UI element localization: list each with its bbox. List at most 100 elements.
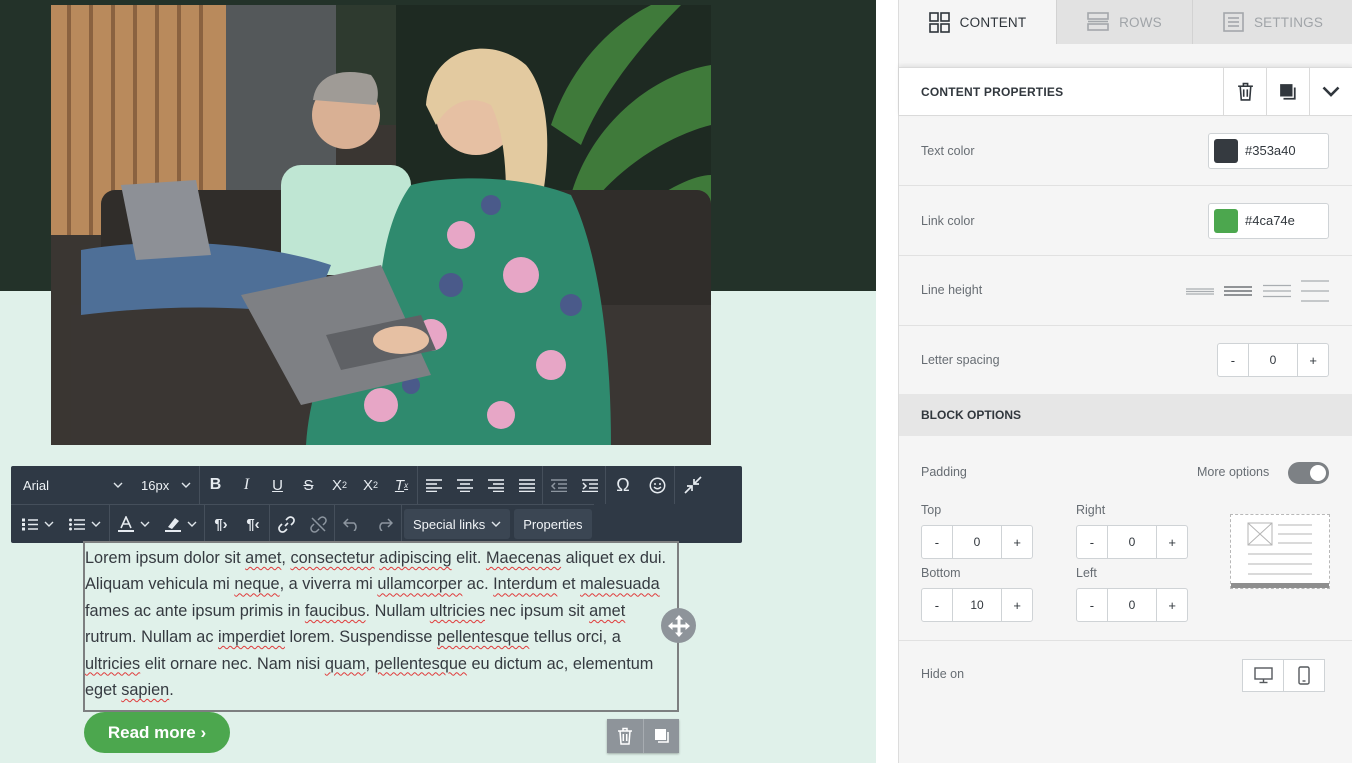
padding-bottom-decrease[interactable]: - (922, 589, 952, 621)
text-color-button[interactable] (110, 505, 158, 543)
padding-bottom-stepper: - 10 + (921, 588, 1033, 622)
misspelled-word: adipiscing (379, 549, 452, 567)
misspelled-word: imperdiet (218, 628, 285, 647)
align-center-button[interactable] (449, 466, 480, 504)
delete-content-button[interactable] (1223, 68, 1266, 115)
justify-button[interactable] (511, 466, 542, 504)
misspelled-word: ullamcorper (377, 575, 463, 594)
letter-spacing-row: Letter spacing - 0 + (899, 326, 1352, 394)
properties-button[interactable]: Properties (514, 509, 592, 539)
font-size-value: 16px (141, 477, 170, 493)
indent-button[interactable] (574, 466, 605, 504)
text-block-content[interactable]: Lorem ipsum dolor sit amet, consectetur … (85, 545, 677, 703)
font-size-select[interactable]: 16px (131, 466, 199, 504)
strikethrough-button[interactable]: S (293, 466, 324, 504)
move-block-handle[interactable] (661, 608, 696, 643)
redo-button[interactable] (368, 505, 401, 543)
link-color-picker[interactable]: #4ca74e (1208, 203, 1329, 239)
email-canvas[interactable]: Arial 16px B I U S X2 X2 Tx Ω ¶› ¶‹ Spec… (0, 0, 876, 763)
collapse-toolbar-button[interactable] (675, 466, 711, 504)
insert-link-button[interactable] (270, 505, 302, 543)
rtl-button[interactable]: ¶‹ (237, 505, 269, 543)
subscript-button[interactable]: X2 (355, 466, 386, 504)
special-links-dropdown[interactable]: Special links (404, 509, 511, 539)
text-run: Lorem ipsum dolor sit (85, 549, 246, 567)
link-icon (277, 515, 295, 533)
toolbar-divider (401, 505, 402, 543)
emoji-button[interactable] (640, 466, 674, 504)
text-color-label: Text color (921, 144, 975, 158)
misspelled-word: pellentesque (437, 628, 530, 647)
highlight-color-button[interactable] (158, 505, 204, 543)
line-height-compact-icon[interactable] (1186, 283, 1214, 299)
toolbar-row-2: ¶› ¶‹ Special links Properties (11, 504, 594, 543)
read-more-button[interactable]: Read more › (84, 712, 230, 753)
letter-spacing-stepper: - 0 + (1217, 343, 1329, 377)
desktop-icon (1253, 667, 1273, 684)
text-block[interactable]: Lorem ipsum dolor sit amet, consectetur … (83, 541, 679, 712)
hide-on-desktop-button[interactable] (1242, 659, 1284, 692)
line-height-normal-icon[interactable] (1224, 283, 1252, 299)
collapse-arrows-icon (684, 476, 702, 494)
padding-right-value[interactable]: 0 (1106, 526, 1158, 558)
special-character-button[interactable]: Ω (606, 466, 640, 504)
bullet-list-button[interactable] (61, 505, 109, 543)
bold-button[interactable]: B (200, 466, 231, 504)
delete-block-button[interactable] (607, 719, 643, 753)
redo-icon (379, 517, 393, 531)
padding-left-value[interactable]: 0 (1106, 589, 1158, 621)
text-run: ac. (462, 575, 494, 594)
text-run: elit ornare nec. Nam nisi (140, 654, 325, 673)
padding-top-increase[interactable]: + (1002, 526, 1032, 558)
more-options-toggle[interactable] (1288, 462, 1329, 484)
numbered-list-button[interactable] (11, 505, 61, 543)
clear-formatting-button[interactable]: Tx (386, 466, 417, 504)
padding-bottom-value[interactable]: 10 (951, 589, 1003, 621)
duplicate-content-button[interactable] (1266, 68, 1309, 115)
font-family-select[interactable]: Arial (11, 466, 131, 504)
underline-button[interactable]: U (262, 466, 293, 504)
mobile-icon (1298, 666, 1310, 685)
justify-icon (518, 478, 535, 492)
undo-button[interactable] (335, 505, 368, 543)
padding-right-stepper: - 0 + (1076, 525, 1188, 559)
text-run: lorem. Suspendisse (284, 628, 438, 647)
padding-label: Padding (921, 465, 967, 479)
align-left-button[interactable] (418, 466, 449, 504)
line-height-loose-icon[interactable] (1301, 279, 1329, 303)
hide-on-mobile-button[interactable] (1283, 659, 1325, 692)
padding-left-increase[interactable]: + (1157, 589, 1187, 621)
duplicate-block-button[interactable] (643, 719, 679, 753)
outdent-button[interactable] (543, 466, 574, 504)
italic-button[interactable]: I (231, 466, 262, 504)
misspelled-word: Maecenas (485, 549, 562, 567)
rows-icon (1087, 12, 1109, 31)
align-right-button[interactable] (480, 466, 511, 504)
padding-bottom-increase[interactable]: + (1002, 589, 1032, 621)
padding-top-decrease[interactable]: - (922, 526, 952, 558)
text-color-row: Text color #353a40 (899, 116, 1352, 186)
chevron-down-icon (113, 482, 123, 488)
remove-link-button[interactable] (302, 505, 334, 543)
ltr-button[interactable]: ¶› (205, 505, 237, 543)
tab-content[interactable]: CONTENT (899, 0, 1057, 44)
padding-top-value[interactable]: 0 (951, 526, 1003, 558)
letter-spacing-label: Letter spacing (921, 353, 1000, 367)
letter-spacing-increase[interactable]: + (1298, 344, 1328, 376)
grid-icon (928, 11, 950, 33)
line-height-relaxed-icon[interactable] (1263, 283, 1291, 299)
text-run: et (557, 575, 581, 594)
collapse-panel-button[interactable] (1309, 68, 1352, 115)
block-layout-preview-icon (1231, 522, 1329, 588)
letter-spacing-decrease[interactable]: - (1218, 344, 1248, 376)
padding-bottom-label: Bottom (921, 566, 961, 580)
padding-right-decrease[interactable]: - (1077, 526, 1107, 558)
tab-settings[interactable]: SETTINGS (1193, 0, 1352, 44)
tab-rows[interactable]: ROWS (1057, 0, 1193, 44)
padding-left-decrease[interactable]: - (1077, 589, 1107, 621)
hero-image[interactable] (51, 5, 711, 445)
superscript-button[interactable]: X2 (324, 466, 355, 504)
padding-right-increase[interactable]: + (1157, 526, 1187, 558)
letter-spacing-value[interactable]: 0 (1247, 344, 1299, 376)
text-color-picker[interactable]: #353a40 (1208, 133, 1329, 169)
